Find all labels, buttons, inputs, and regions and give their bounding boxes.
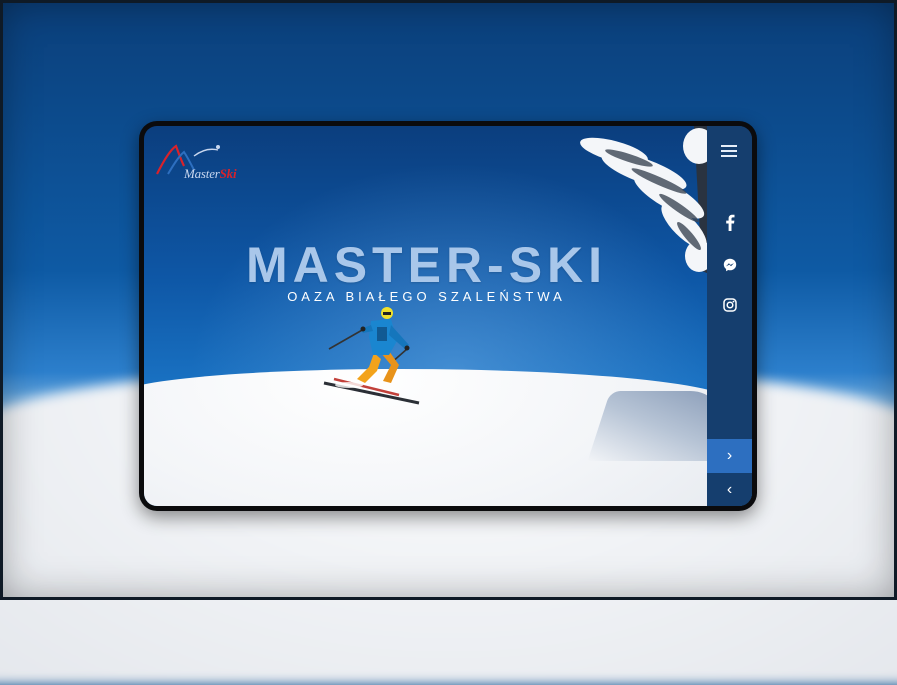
device-frame: MasterSki MASTER-SKI OAZA BIAŁEGO SZALEŃ…: [139, 121, 757, 511]
messenger-link[interactable]: [707, 253, 752, 277]
facebook-link[interactable]: [707, 210, 752, 234]
master-ski-logo[interactable]: MasterSki: [154, 138, 244, 184]
logo-text: MasterSki: [184, 166, 237, 181]
next-slide-button[interactable]: ›: [707, 439, 752, 473]
hero-title: MASTER-SKI: [245, 237, 608, 293]
skier-image: [323, 307, 420, 405]
messenger-icon: [723, 258, 736, 272]
facebook-icon: [725, 214, 734, 231]
sidebar: › ‹: [707, 126, 752, 506]
previous-slide-button[interactable]: ‹: [707, 473, 752, 506]
hamburger-menu-button[interactable]: [707, 136, 752, 166]
instagram-icon: [722, 298, 737, 312]
chevron-right-icon: ›: [726, 447, 733, 464]
chevron-left-icon: ‹: [726, 480, 733, 498]
website-screen: MasterSki MASTER-SKI OAZA BIAŁEGO SZALEŃ…: [144, 126, 752, 506]
hamburger-icon: [721, 145, 737, 147]
instagram-link[interactable]: [707, 293, 752, 317]
